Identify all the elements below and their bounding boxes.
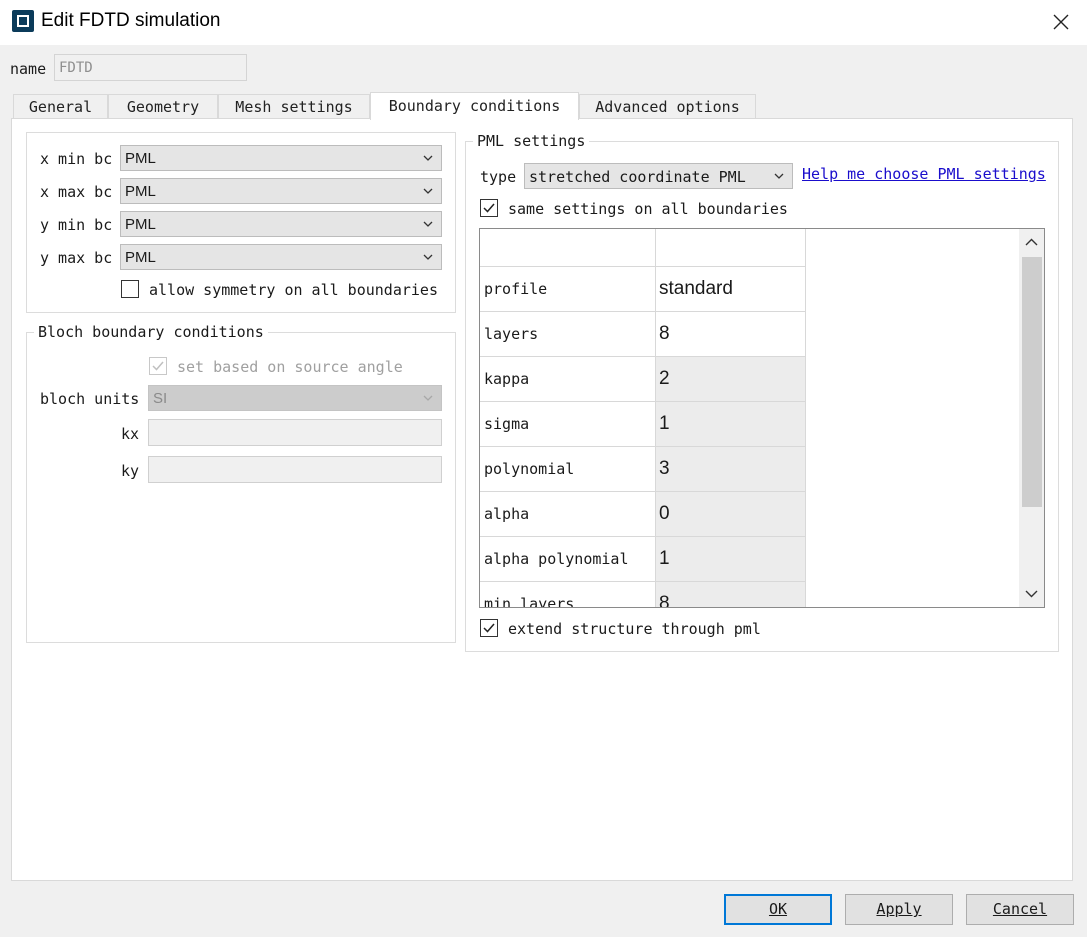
ky-field[interactable] — [148, 456, 442, 483]
checkmark-icon — [483, 623, 495, 633]
bloch-units-label: bloch units — [40, 390, 140, 408]
chevron-down-icon — [423, 188, 433, 194]
name-field[interactable]: FDTD — [54, 54, 247, 81]
x-max-bc-value: PML — [125, 183, 156, 200]
pml-type-value: stretched coordinate PML — [529, 168, 746, 186]
pml-group-title: PML settings — [473, 132, 590, 150]
tab-boundary-conditions[interactable]: Boundary conditions — [370, 92, 579, 120]
row-name: alpha polynomial — [480, 537, 656, 582]
x-min-bc-value: PML — [125, 150, 156, 167]
checkmark-icon — [483, 203, 495, 213]
row-name: kappa — [480, 357, 656, 402]
row-value[interactable]: 1 — [656, 402, 806, 447]
app-icon — [12, 10, 34, 32]
chevron-down-icon — [423, 395, 433, 401]
table-row[interactable]: min layers 8 — [480, 582, 806, 607]
checkmark-icon — [152, 361, 164, 371]
x-min-bc-label: x min bc — [40, 150, 113, 168]
set-based-on-source-angle-checkbox[interactable] — [149, 357, 167, 375]
table-header-row — [480, 229, 806, 267]
kx-label: kx — [121, 425, 140, 443]
chevron-down-icon — [423, 221, 433, 227]
cancel-button[interactable]: Cancel — [966, 894, 1074, 925]
set-based-on-source-angle-label: set based on source angle — [177, 358, 403, 376]
row-value[interactable]: 8 — [656, 582, 806, 607]
y-max-bc-label: y max bc — [40, 249, 113, 267]
table-row[interactable]: sigma 1 — [480, 402, 806, 447]
same-settings-checkbox[interactable] — [480, 199, 498, 217]
table-row[interactable]: alpha polynomial 1 — [480, 537, 806, 582]
bloch-group — [26, 332, 456, 643]
table-row[interactable]: profile standard — [480, 267, 806, 312]
window-title: Edit FDTD simulation — [41, 10, 221, 31]
y-min-bc-select[interactable]: PML — [120, 211, 442, 237]
pml-settings-table: profile standard layers 8 kappa 2 sigma … — [479, 228, 1045, 608]
row-value[interactable]: 3 — [656, 447, 806, 492]
apply-button[interactable]: Apply — [845, 894, 953, 925]
row-value[interactable]: 8 — [656, 312, 806, 357]
table-header-cell — [656, 229, 806, 267]
x-max-bc-select[interactable]: PML — [120, 178, 442, 204]
kx-field[interactable] — [148, 419, 442, 446]
extend-structure-checkbox[interactable] — [480, 619, 498, 637]
vertical-scrollbar[interactable] — [1019, 229, 1044, 607]
row-name: profile — [480, 267, 656, 312]
table-row[interactable]: alpha 0 — [480, 492, 806, 537]
table-row[interactable]: layers 8 — [480, 312, 806, 357]
extend-structure-label: extend structure through pml — [508, 620, 761, 638]
pml-type-select[interactable]: stretched coordinate PML — [524, 163, 793, 189]
tab-general[interactable]: General — [13, 94, 108, 118]
table-row[interactable]: kappa 2 — [480, 357, 806, 402]
chevron-down-icon — [774, 173, 784, 179]
x-max-bc-label: x max bc — [40, 183, 113, 201]
row-name: layers — [480, 312, 656, 357]
x-min-bc-select[interactable]: PML — [120, 145, 442, 171]
row-name: sigma — [480, 402, 656, 447]
tab-geometry[interactable]: Geometry — [108, 94, 218, 118]
allow-symmetry-checkbox[interactable] — [121, 280, 139, 298]
cancel-button-label: Cancel — [992, 900, 1048, 918]
tab-advanced-options[interactable]: Advanced options — [579, 94, 756, 118]
bloch-group-title: Bloch boundary conditions — [34, 323, 268, 341]
name-label: name — [10, 60, 47, 78]
row-value[interactable]: standard — [656, 267, 806, 312]
close-icon[interactable] — [1046, 8, 1076, 36]
pml-type-label: type — [480, 168, 517, 186]
row-name: alpha — [480, 492, 656, 537]
scroll-down-icon[interactable] — [1025, 589, 1038, 598]
row-value[interactable]: 2 — [656, 357, 806, 402]
help-choose-pml-link[interactable]: Help me choose PML settings — [802, 165, 1046, 183]
bloch-units-select[interactable]: SI — [148, 385, 442, 411]
row-value[interactable]: 0 — [656, 492, 806, 537]
row-name: min layers — [480, 582, 656, 607]
chevron-down-icon — [423, 254, 433, 260]
ok-button[interactable]: OK — [724, 894, 832, 925]
apply-button-label: Apply — [876, 900, 922, 918]
y-max-bc-value: PML — [125, 249, 156, 266]
tab-mesh-settings[interactable]: Mesh settings — [218, 94, 370, 118]
same-settings-label: same settings on all boundaries — [508, 200, 788, 218]
row-name: polynomial — [480, 447, 656, 492]
chevron-down-icon — [423, 155, 433, 161]
bloch-units-value: SI — [153, 390, 168, 407]
y-min-bc-label: y min bc — [40, 216, 113, 234]
allow-symmetry-label: allow symmetry on all boundaries — [149, 281, 438, 299]
ok-button-label: OK — [768, 900, 788, 918]
y-max-bc-select[interactable]: PML — [120, 244, 442, 270]
scroll-up-icon[interactable] — [1025, 238, 1038, 247]
ky-label: ky — [121, 462, 140, 480]
table-header-cell — [480, 229, 656, 267]
scrollbar-thumb[interactable] — [1022, 257, 1042, 507]
row-value[interactable]: 1 — [656, 537, 806, 582]
table-row[interactable]: polynomial 3 — [480, 447, 806, 492]
y-min-bc-value: PML — [125, 216, 156, 233]
